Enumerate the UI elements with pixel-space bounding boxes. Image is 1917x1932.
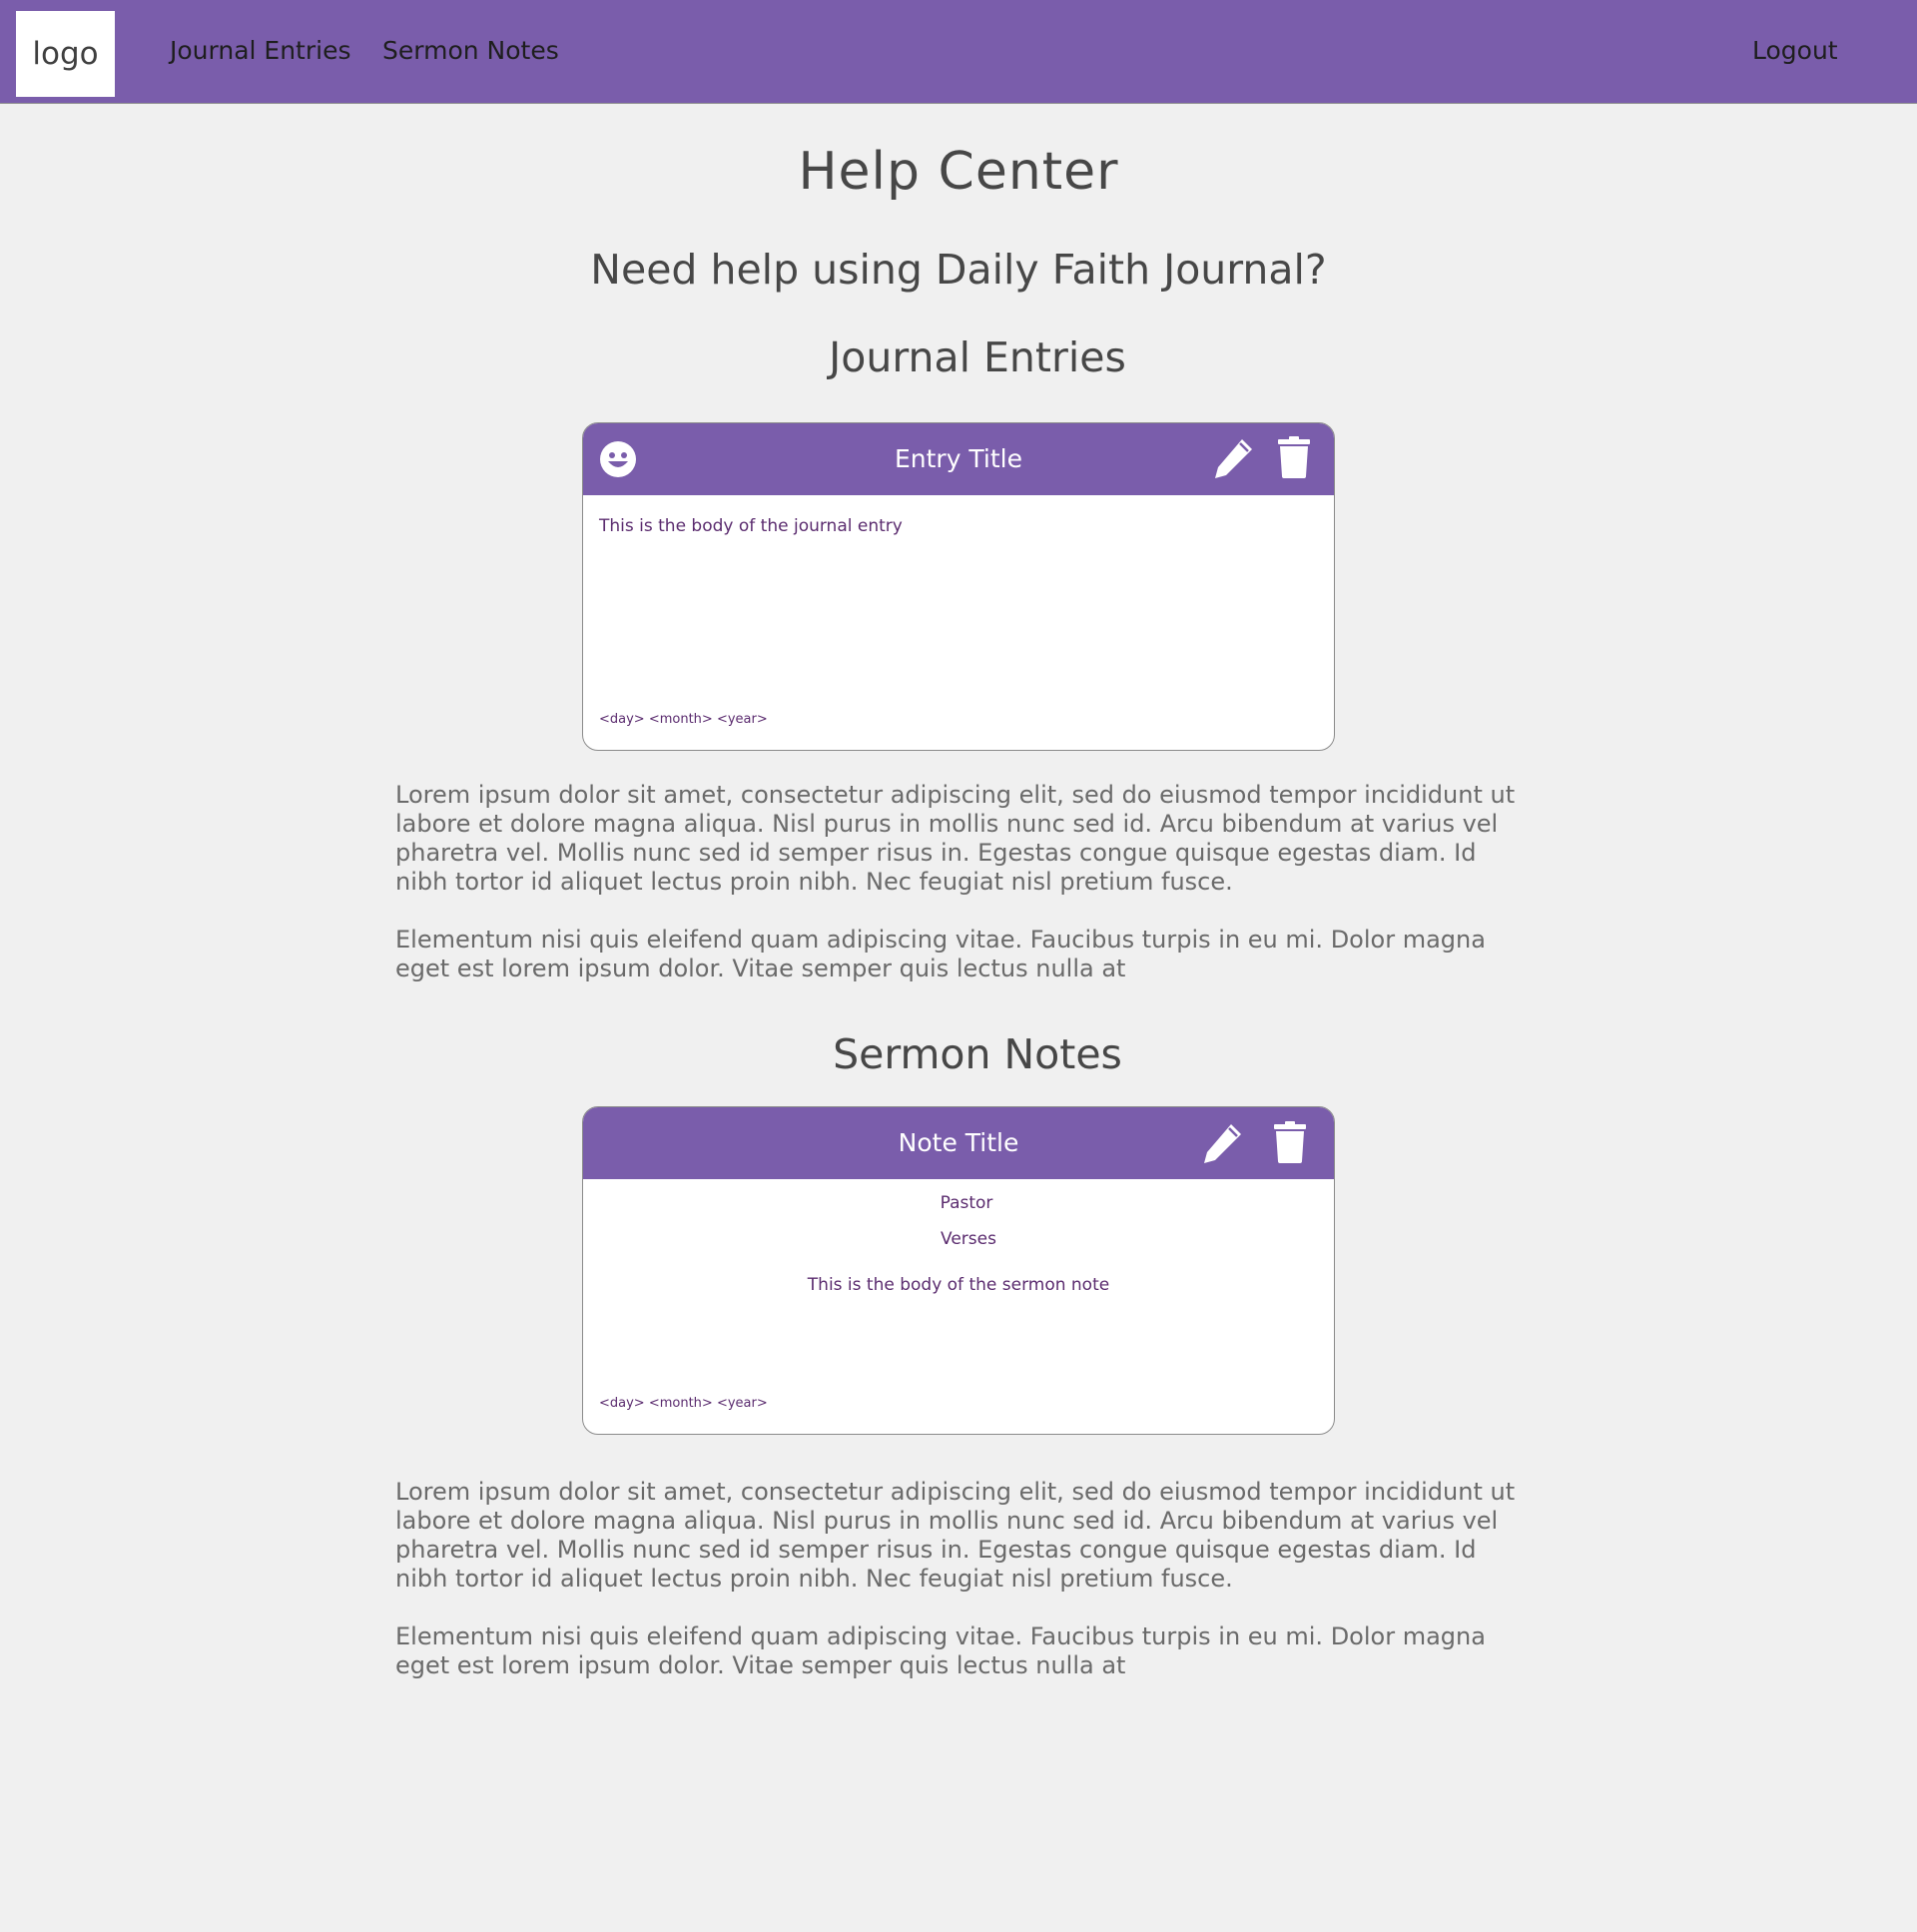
card-header: Entry Title bbox=[583, 423, 1334, 495]
pencil-icon[interactable] bbox=[1212, 435, 1256, 481]
nav-link-sermon-notes[interactable]: Sermon Notes bbox=[382, 36, 559, 65]
card-header: Note Title bbox=[583, 1107, 1334, 1179]
nav-link-journal-entries[interactable]: Journal Entries bbox=[170, 36, 350, 65]
card-body-text: This is the body of the sermon note bbox=[807, 1275, 1110, 1295]
logout-link[interactable]: Logout bbox=[1752, 36, 1838, 65]
card-date: <day> <month> <year> bbox=[599, 712, 768, 727]
page-subtitle: Need help using Daily Faith Journal? bbox=[590, 246, 1327, 294]
note-pastor: Pastor bbox=[940, 1193, 993, 1213]
section-heading-journal-entries: Journal Entries bbox=[829, 333, 1126, 381]
help-paragraph: Lorem ipsum dolor sit amet, consectetur … bbox=[395, 1478, 1516, 1593]
card-body-text: This is the body of the journal entry bbox=[599, 516, 903, 536]
help-paragraph: Lorem ipsum dolor sit amet, consectetur … bbox=[395, 781, 1516, 896]
pencil-icon[interactable] bbox=[1201, 1120, 1245, 1166]
top-navbar: logo Journal Entries Sermon Notes Logout bbox=[0, 0, 1917, 104]
page-title: Help Center bbox=[798, 142, 1119, 202]
section-heading-sermon-notes: Sermon Notes bbox=[833, 1030, 1122, 1078]
help-paragraph: Elementum nisi quis eleifend quam adipis… bbox=[395, 926, 1486, 982]
trash-icon[interactable] bbox=[1277, 436, 1311, 478]
sermon-note-card[interactable]: Note Title Pastor Verses This is the bod… bbox=[582, 1106, 1335, 1435]
note-verses: Verses bbox=[941, 1229, 996, 1249]
help-paragraph: Elementum nisi quis eleifend quam adipis… bbox=[395, 1622, 1486, 1679]
card-date: <day> <month> <year> bbox=[599, 1396, 768, 1411]
logo[interactable]: logo bbox=[16, 11, 115, 97]
trash-icon[interactable] bbox=[1273, 1121, 1307, 1163]
journal-entry-card[interactable]: Entry Title This is the body of the jour… bbox=[582, 422, 1335, 751]
